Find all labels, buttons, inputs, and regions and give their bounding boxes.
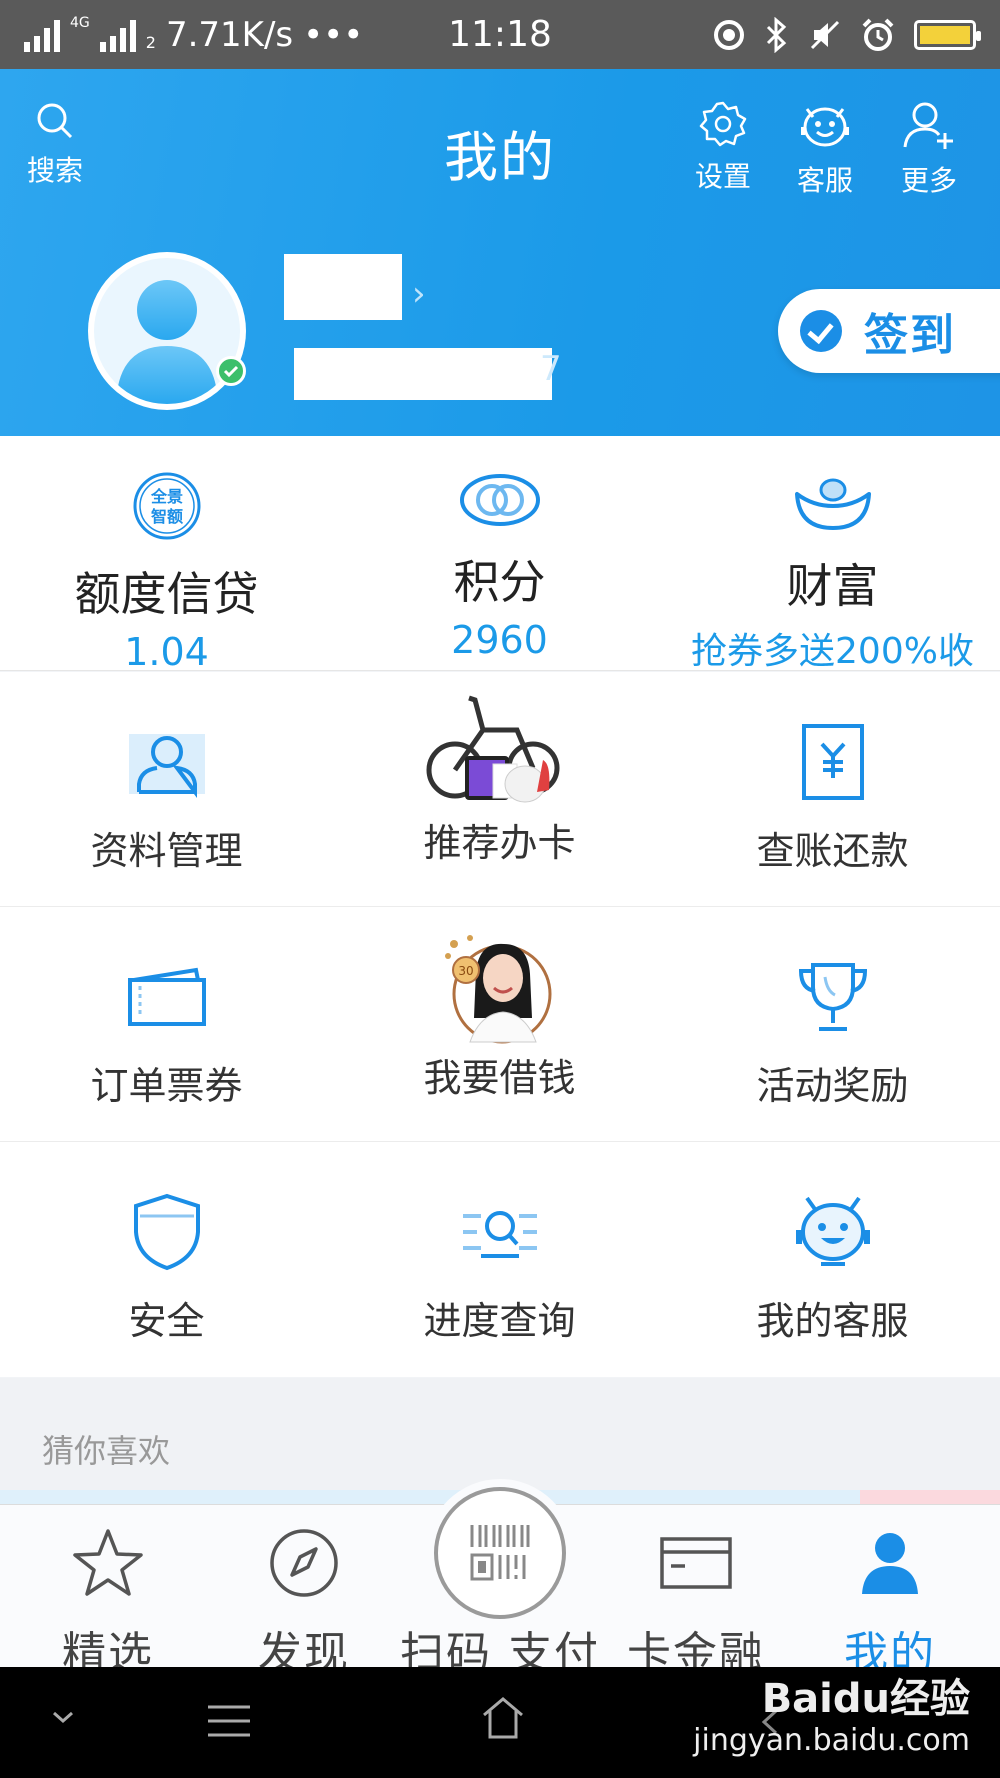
checkin-label: 签到	[864, 310, 956, 361]
service-label: 客服	[796, 164, 853, 197]
star-icon	[73, 1529, 143, 1596]
stats-row: 全景 智额 额度信贷 1.04 积分 2960 财富 抢券多送200%收	[0, 436, 1000, 674]
borrow-money-image: 30	[444, 935, 551, 1044]
grid-item-label: 资料管理	[90, 829, 243, 873]
stat-label: 财富	[786, 559, 879, 613]
stat-label: 额度信贷	[74, 567, 259, 621]
add-user-icon	[903, 102, 953, 149]
grid-item-tickets[interactable]: 订单票券	[0, 907, 333, 1141]
shield-icon	[133, 1193, 200, 1271]
grid-item-label: 推荐办卡	[423, 821, 576, 865]
account-number-tail: 7	[540, 349, 562, 389]
account-number-redacted	[294, 348, 552, 400]
grid-item-label: 查账还款	[756, 829, 909, 873]
avatar[interactable]	[88, 252, 246, 410]
gear-icon	[699, 101, 747, 147]
grid-item-label: 安全	[128, 1299, 205, 1343]
signal-icon-2	[99, 18, 136, 52]
grid-item-label: 活动奖励	[756, 1064, 909, 1108]
grid-item-profile[interactable]: 资料管理	[0, 672, 333, 906]
mute-icon	[810, 20, 840, 49]
bluetooth-icon	[766, 16, 787, 53]
stat-points[interactable]: 积分 2960	[333, 436, 666, 670]
more-label: 更多	[900, 164, 957, 197]
profile-icon	[128, 734, 205, 798]
svg-text:全景: 全景	[149, 487, 182, 506]
settings-label: 设置	[694, 160, 751, 193]
section-title: 猜你喜欢	[42, 1432, 171, 1470]
compass-icon	[270, 1529, 338, 1597]
svg-text:30: 30	[458, 964, 473, 978]
tab-scan-pay[interactable]: 扫码 支付	[380, 1487, 620, 1681]
grid-item-customer-service[interactable]: 我的客服	[666, 1142, 999, 1377]
service-button[interactable]: 客服	[780, 99, 870, 199]
progress-search-icon	[462, 1211, 537, 1258]
stat-label: 积分	[453, 555, 546, 609]
stat-value: 抢券多送200%收	[691, 631, 974, 672]
more-notifications: •••	[303, 14, 364, 55]
grid-item-recommend-card[interactable]: 推荐办卡	[333, 672, 666, 906]
grid-item-label: 进度查询	[423, 1299, 576, 1343]
card-icon	[660, 1537, 732, 1589]
tab-discover[interactable]: 发现	[214, 1523, 394, 1681]
settings-button[interactable]: 设置	[678, 99, 768, 195]
sim-slot: 2	[145, 33, 156, 52]
svg-text:智额: 智额	[150, 507, 182, 526]
recommend-section: 猜你喜欢	[0, 1378, 1000, 1504]
points-icon	[459, 474, 540, 526]
wealth-ingot-icon	[794, 478, 871, 530]
status-bar: 4G 2 7.71K/s ••• 11:18	[0, 0, 1000, 69]
more-button[interactable]: 更多	[884, 99, 974, 199]
menu-icon[interactable]	[206, 1703, 252, 1739]
alarm-icon	[862, 18, 894, 51]
trophy-icon	[798, 963, 867, 1031]
chevron-right-icon: ›	[412, 274, 426, 314]
signal-icon	[24, 18, 60, 52]
network-type: 4G	[70, 14, 90, 31]
grid-item-bill-repay[interactable]: 查账还款	[666, 672, 999, 906]
grid-row: 安全 进度查询 我的客服	[0, 1142, 1000, 1377]
checkin-button[interactable]: 签到	[778, 289, 1000, 373]
grid-row: 资料管理 推荐办卡 查账还款	[0, 672, 1000, 907]
watermark-url: jingyan.baidu.com	[693, 1723, 970, 1758]
home-icon[interactable]	[480, 1695, 526, 1741]
grid-item-rewards[interactable]: 活动奖励	[666, 907, 999, 1141]
stat-quota[interactable]: 全景 智额 额度信贷 1.04	[0, 436, 333, 674]
stat-wealth[interactable]: 财富 抢券多送200%收	[666, 436, 999, 672]
watermark: Baidu经验 jingyan.baidu.com	[693, 1675, 970, 1759]
bill-repay-icon	[801, 724, 864, 800]
recommend-card-image	[426, 695, 559, 803]
scan-pay-icon	[470, 1525, 530, 1581]
grid-item-security[interactable]: 安全	[0, 1142, 333, 1377]
verified-check-icon	[216, 356, 246, 386]
grid-item-progress[interactable]: 进度查询	[333, 1142, 666, 1377]
check-icon	[800, 310, 842, 352]
grid-item-label: 订单票券	[90, 1064, 243, 1108]
system-nav-bar: Baidu经验 jingyan.baidu.com	[0, 1667, 1000, 1778]
tab-mine[interactable]: 我的	[800, 1523, 980, 1681]
profile-header: 搜索 我的 设置 客服 更多 › 7 签到	[0, 69, 1000, 436]
ticket-icon	[127, 967, 206, 1026]
stat-value: 2960	[451, 618, 548, 662]
person-icon	[862, 1533, 918, 1594]
stat-value: 1.04	[124, 630, 209, 674]
battery-icon	[914, 19, 981, 50]
grid-row: 订单票券 30 我要借钱 活动奖励	[0, 907, 1000, 1142]
quota-icon: 全景智额	[133, 472, 200, 540]
location-icon	[714, 19, 744, 50]
username-redacted[interactable]	[284, 254, 402, 320]
service-cat-icon	[801, 107, 849, 147]
customer-service-icon	[795, 1196, 870, 1266]
tab-card-finance[interactable]: 卡金融	[606, 1523, 786, 1681]
feature-grid: 资料管理 推荐办卡 查账还款 订单票券 30 我要借钱 活动奖励 安全 进度查询…	[0, 672, 1000, 1377]
grid-item-borrow[interactable]: 30 我要借钱	[333, 907, 666, 1141]
tab-featured[interactable]: 精选	[18, 1523, 198, 1681]
scan-button[interactable]	[434, 1487, 566, 1619]
chevron-down-icon[interactable]	[50, 1707, 76, 1727]
bottom-tab-bar: 精选 发现 扫码 支付 卡金融 我的	[0, 1487, 1000, 1679]
grid-item-label: 我要借钱	[423, 1056, 576, 1100]
network-speed: 7.71K/s	[165, 14, 294, 55]
grid-item-label: 我的客服	[756, 1299, 909, 1343]
watermark-brand: Baidu经验	[761, 1676, 970, 1722]
